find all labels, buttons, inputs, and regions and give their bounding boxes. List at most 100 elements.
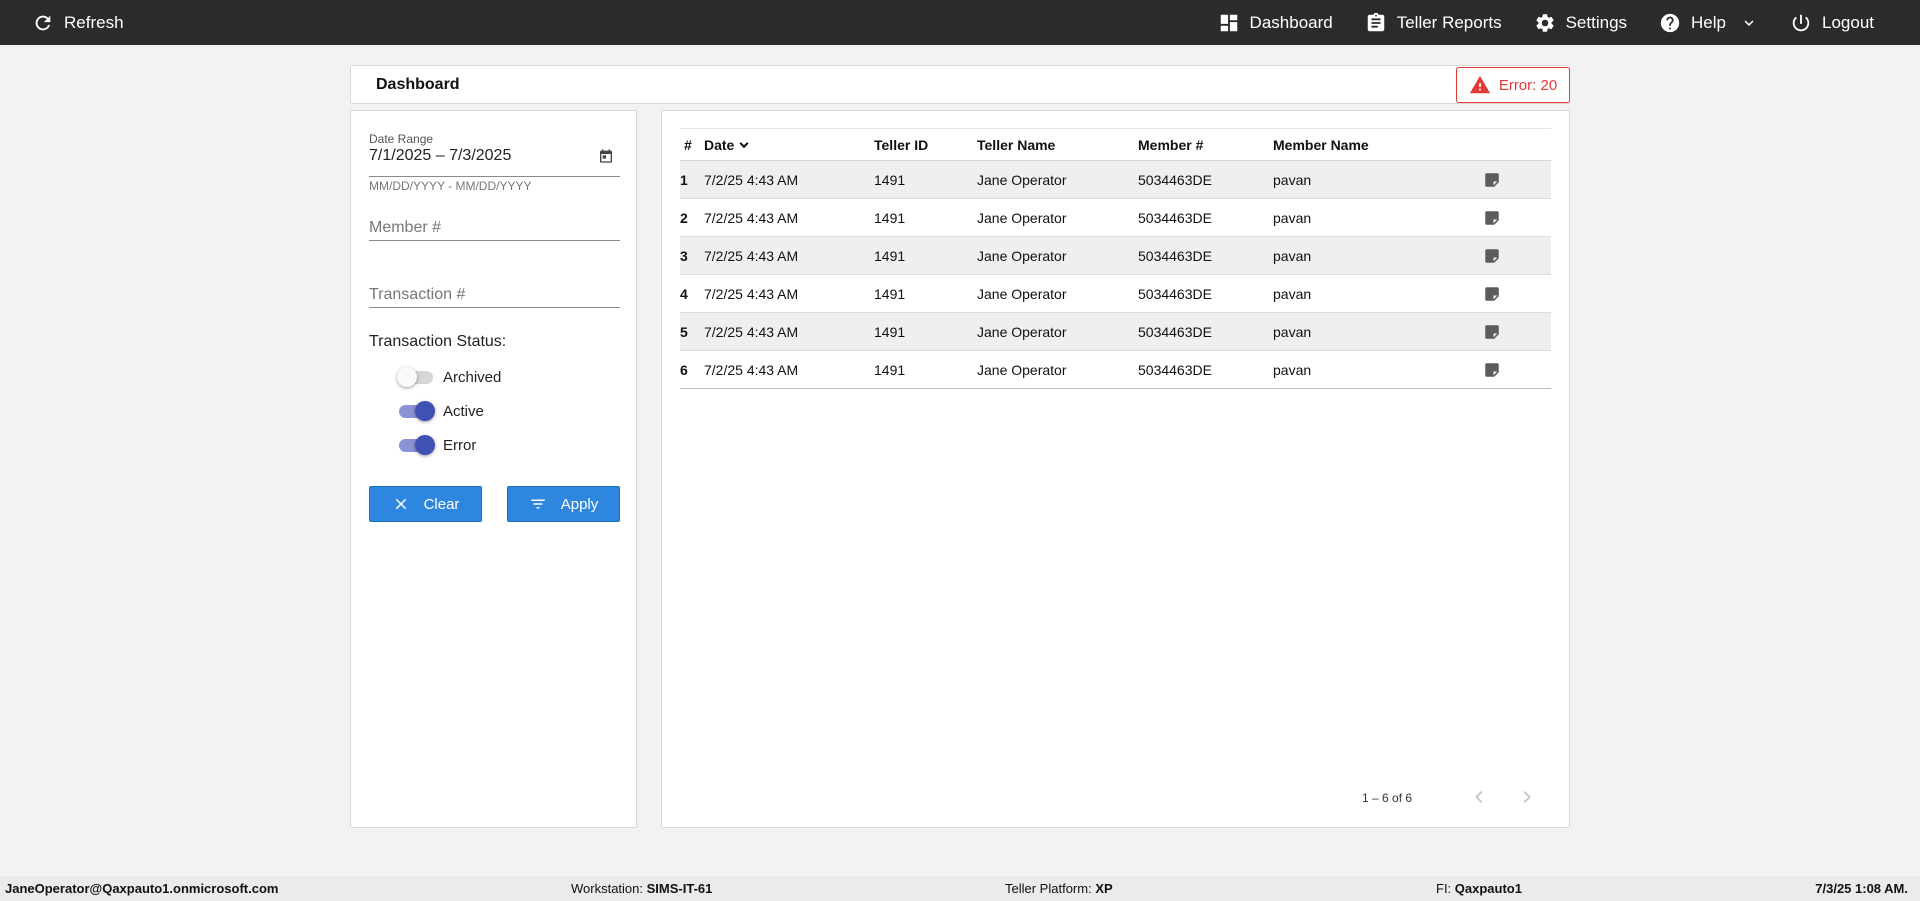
nav-logout-label: Logout — [1822, 12, 1874, 32]
footer-timestamp: 7/3/25 1:08 AM. — [1815, 881, 1908, 896]
archived-toggle[interactable] — [397, 366, 435, 388]
column-header-date[interactable]: Date — [704, 128, 874, 161]
row-member-number: 5034463DE — [1138, 361, 1212, 378]
row-teller-name: Jane Operator — [977, 209, 1067, 226]
footer-workstation-label: Workstation: — [571, 881, 644, 896]
date-range-field[interactable]: Date Range 7/1/2025 – 7/3/2025 — [369, 132, 620, 177]
date-range-value: 7/1/2025 – 7/3/2025 — [369, 147, 512, 164]
apply-button[interactable]: Apply — [507, 486, 620, 522]
transaction-number-input[interactable] — [369, 282, 620, 308]
paginator-range-label: 1 – 6 of 6 — [1362, 791, 1413, 805]
page-title: Dashboard — [376, 76, 460, 93]
next-page-button[interactable] — [1515, 785, 1539, 809]
row-number: 1 — [680, 171, 688, 188]
top-bar: Refresh Dashboard Teller Reports Setting… — [0, 0, 1920, 45]
refresh-icon — [32, 12, 54, 34]
footer-workstation-value: SIMS-IT-61 — [646, 881, 713, 896]
calendar-icon[interactable] — [598, 148, 614, 164]
column-header-number: # — [680, 128, 704, 161]
footer-workstation: Workstation: SIMS-IT-61 — [571, 881, 712, 896]
sort-chevron-down-icon — [736, 137, 752, 153]
footer-platform-value: XP — [1095, 881, 1113, 896]
row-date: 7/2/25 4:43 AM — [704, 323, 799, 340]
sticky-note-icon[interactable] — [1483, 247, 1501, 265]
table-row[interactable]: 3 7/2/25 4:43 AM 1491 Jane Operator 5034… — [680, 236, 1551, 275]
error-count-button[interactable]: Error: 20 — [1456, 67, 1570, 103]
nav-dashboard[interactable]: Dashboard — [1202, 0, 1349, 45]
transaction-status-label: Transaction Status: — [369, 333, 507, 350]
row-actions — [1483, 237, 1551, 275]
clear-button[interactable]: Clear — [369, 486, 482, 522]
nav-help-label: Help — [1691, 12, 1726, 32]
warning-icon — [1469, 74, 1491, 96]
table-header-row: # Date Teller ID Teller Name Member # Me… — [680, 128, 1551, 161]
row-member-number: 5034463DE — [1138, 323, 1212, 340]
error-toggle-label: Error — [443, 436, 477, 454]
row-actions — [1483, 351, 1551, 389]
chevron-down-icon — [1736, 14, 1758, 32]
member-number-input[interactable] — [369, 215, 620, 241]
active-toggle[interactable] — [399, 400, 435, 422]
row-number: 4 — [680, 285, 688, 302]
apply-button-label: Apply — [560, 495, 599, 513]
row-member-name: pavan — [1273, 361, 1312, 378]
date-range-label: Date Range — [369, 132, 434, 146]
nav-teller-reports[interactable]: Teller Reports — [1349, 0, 1518, 45]
row-actions — [1483, 199, 1551, 237]
refresh-button[interactable]: Refresh — [32, 0, 140, 45]
error-toggle[interactable] — [399, 434, 435, 456]
toggle-thumb — [397, 367, 417, 387]
column-header-member-name: Member Name — [1273, 128, 1483, 161]
row-number: 2 — [680, 209, 688, 226]
row-member-number: 5034463DE — [1138, 171, 1212, 188]
row-member-number: 5034463DE — [1138, 247, 1212, 264]
footer-user: JaneOperator@Qaxpauto1.onmicrosoft.com — [5, 881, 279, 896]
filter-panel: Date Range 7/1/2025 – 7/3/2025 MM/DD/YYY… — [350, 110, 637, 828]
row-actions — [1483, 161, 1551, 199]
row-member-name: pavan — [1273, 171, 1312, 188]
results-panel: # Date Teller ID Teller Name Member # Me… — [661, 110, 1570, 828]
footer-fi-value: Qaxpauto1 — [1454, 881, 1522, 896]
row-date: 7/2/25 4:43 AM — [704, 285, 799, 302]
table-row[interactable]: 4 7/2/25 4:43 AM 1491 Jane Operator 5034… — [680, 275, 1551, 313]
column-header-member-number: Member # — [1138, 128, 1273, 161]
close-icon — [392, 495, 410, 513]
page-header: Dashboard Error: 20 — [350, 65, 1570, 104]
error-count-label: Error: 20 — [1498, 76, 1558, 94]
table-row[interactable]: 6 7/2/25 4:43 AM 1491 Jane Operator 5034… — [680, 351, 1551, 389]
row-member-name: pavan — [1273, 285, 1312, 302]
previous-page-button[interactable] — [1467, 785, 1491, 809]
sticky-note-icon[interactable] — [1483, 285, 1501, 303]
clear-button-label: Clear — [423, 495, 460, 513]
transactions-table: # Date Teller ID Teller Name Member # Me… — [680, 128, 1551, 389]
row-member-name: pavan — [1273, 323, 1312, 340]
active-toggle-row: Active — [399, 400, 484, 422]
help-icon — [1659, 12, 1681, 34]
row-date: 7/2/25 4:43 AM — [704, 247, 799, 264]
table-row[interactable]: 1 7/2/25 4:43 AM 1491 Jane Operator 5034… — [680, 160, 1551, 199]
table-row[interactable]: 2 7/2/25 4:43 AM 1491 Jane Operator 5034… — [680, 199, 1551, 237]
row-actions — [1483, 313, 1551, 351]
nav-help[interactable]: Help — [1643, 0, 1774, 45]
active-toggle-label: Active — [443, 402, 484, 420]
toggle-thumb — [415, 435, 435, 455]
sticky-note-icon[interactable] — [1483, 209, 1501, 227]
archived-toggle-row: Archived — [397, 366, 501, 388]
footer-teller-platform: Teller Platform: XP — [1005, 881, 1113, 896]
chevron-right-icon — [1523, 791, 1531, 803]
sticky-note-icon[interactable] — [1483, 361, 1501, 379]
footer-fi: FI: Qaxpauto1 — [1436, 881, 1522, 896]
row-number: 5 — [680, 323, 688, 340]
status-bar: JaneOperator@Qaxpauto1.onmicrosoft.com W… — [0, 876, 1920, 901]
row-teller-id: 1491 — [874, 209, 906, 226]
clipboard-icon — [1365, 12, 1387, 34]
nav-logout[interactable]: Logout — [1774, 0, 1890, 45]
row-member-number: 5034463DE — [1138, 285, 1212, 302]
row-number: 3 — [680, 247, 688, 264]
sticky-note-icon[interactable] — [1483, 323, 1501, 341]
table-row[interactable]: 5 7/2/25 4:43 AM 1491 Jane Operator 5034… — [680, 312, 1551, 351]
date-range-underline — [369, 176, 620, 177]
power-icon — [1790, 12, 1812, 34]
nav-settings[interactable]: Settings — [1518, 0, 1643, 45]
sticky-note-icon[interactable] — [1483, 171, 1501, 189]
